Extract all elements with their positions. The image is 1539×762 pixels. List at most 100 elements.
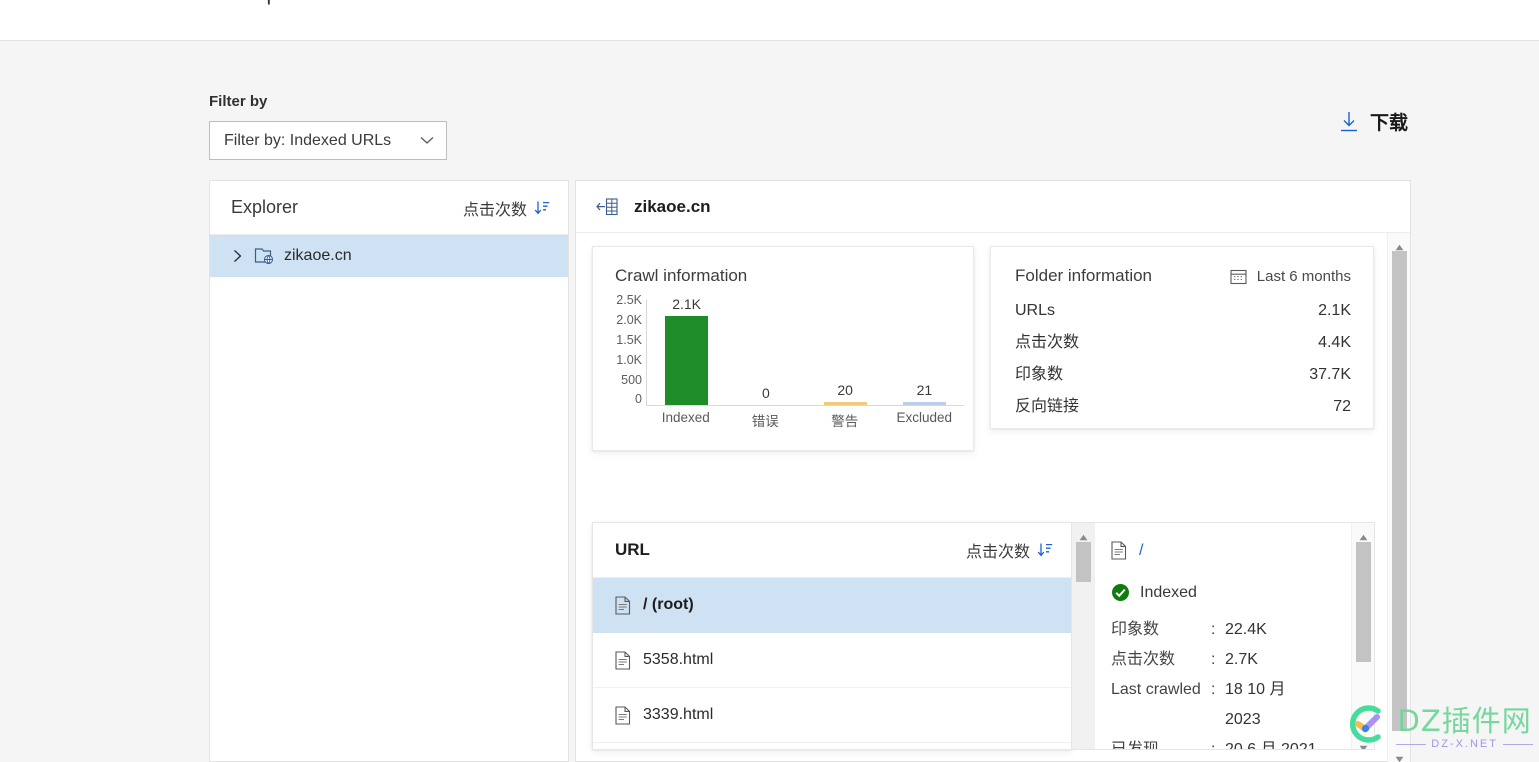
- file-detail-inner: / Indexed 印象数:22.4K 点击次数:2.7K Last crawl…: [1095, 523, 1374, 750]
- detail-scroll-down-button[interactable]: [1388, 745, 1411, 762]
- chart-bar-column: 2.1K: [647, 296, 726, 405]
- detail-scroll-up-button[interactable]: [1388, 233, 1411, 251]
- folder-info-value: 72: [1333, 398, 1351, 415]
- folder-info-row: URLs 2.1K: [1015, 298, 1351, 324]
- file-detail-row: 已发现:20 6 月 2021: [1111, 735, 1374, 750]
- url-list-item[interactable]: / (root): [593, 578, 1071, 633]
- sidebar-item-zikaoe-cn[interactable]: zikaoe.cn: [210, 235, 568, 277]
- x-tick: Excluded: [896, 410, 953, 425]
- file-detail-key: Last crawled: [1111, 681, 1201, 698]
- url-scroll-thumb[interactable]: [1076, 542, 1091, 582]
- folder-info-key: 印象数: [1015, 366, 1064, 383]
- triangle-down-icon: [1359, 739, 1368, 749]
- url-list-header: URL 点击次数: [593, 523, 1071, 578]
- file-detail-scrollbar[interactable]: [1351, 523, 1374, 749]
- triangle-down-icon: [1395, 750, 1404, 762]
- url-list-item[interactable]: 5358.html: [593, 633, 1071, 688]
- chart-bars: 2.1K 0 20 21: [647, 296, 964, 405]
- filter-by-dropdown[interactable]: Filter by: Indexed URLs: [209, 121, 447, 160]
- file-detail-row: 点击次数:2.7K: [1111, 645, 1374, 675]
- detail-title: zikaoe.cn: [634, 196, 711, 216]
- file-detail-header: /: [1111, 541, 1374, 560]
- file-detail-row: 印象数:22.4K: [1111, 615, 1374, 645]
- detail-panel-scrollbar[interactable]: [1387, 233, 1410, 762]
- file-detail-key: 已发现: [1111, 741, 1160, 750]
- folder-info-row: 反向链接 72: [1015, 388, 1351, 420]
- filter-by-label: Filter by: [209, 93, 268, 110]
- file-scroll-down-button[interactable]: [1352, 734, 1374, 749]
- file-scroll-thumb[interactable]: [1356, 542, 1371, 662]
- explorer-sort-label: 点击次数: [462, 201, 527, 219]
- site-node-icon: [596, 197, 618, 216]
- chart-bar-column: 21: [885, 300, 964, 405]
- file-detail-key: 点击次数: [1111, 651, 1176, 668]
- explorer-title: Explorer: [231, 197, 299, 217]
- chevron-right-icon[interactable]: [232, 249, 244, 263]
- filter-by-value: Filter by: Indexed URLs: [224, 131, 392, 149]
- site-explorer-page: Site Explorer Filter by Filter by: Index…: [0, 0, 1539, 762]
- url-sort-control[interactable]: 点击次数: [966, 538, 1053, 562]
- download-button[interactable]: 下载: [1340, 108, 1408, 135]
- y-tick: 0: [635, 392, 642, 407]
- chart-bar[interactable]: [665, 315, 709, 405]
- chart-bar[interactable]: [823, 402, 867, 405]
- triangle-up-icon: [1079, 528, 1088, 541]
- url-scroll-up-button[interactable]: [1072, 523, 1095, 541]
- url-list-item[interactable]: 1496.html: [593, 743, 1071, 749]
- sort-descending-icon: [1037, 542, 1053, 558]
- file-detail-value: 18 10 月: [1225, 681, 1286, 698]
- x-tick: Indexed: [661, 410, 710, 425]
- y-tick: 500: [621, 372, 642, 387]
- page-title: Site Explorer: [200, 0, 320, 6]
- url-list-rows: / (root) 5358.html 3339.html 1496.html: [593, 578, 1071, 749]
- download-icon: [1340, 111, 1358, 133]
- x-tick: 错误: [751, 414, 779, 429]
- url-list-item-label: / (root): [643, 596, 694, 613]
- file-path-link[interactable]: /: [1139, 542, 1143, 560]
- y-tick: 1.0K: [616, 352, 642, 367]
- detail-body: Crawl information 2.5K 2.0K 1.5K 1.0K 50…: [576, 233, 1410, 762]
- chart-bar-column: 20: [806, 300, 885, 405]
- x-tick: 警告: [831, 414, 859, 429]
- file-detail-separator: :: [1211, 681, 1216, 698]
- y-tick: 2.0K: [616, 312, 642, 327]
- chart-y-axis: 2.5K 2.0K 1.5K 1.0K 500 0: [600, 294, 642, 406]
- sidebar-item-label: zikaoe.cn: [284, 247, 352, 264]
- file-detail-separator: :: [1211, 741, 1216, 750]
- url-list-scrollbar[interactable]: [1072, 522, 1095, 750]
- folder-information-card: Folder information Last 6 months URLs 2.…: [990, 246, 1374, 429]
- date-range-selector[interactable]: Last 6 months: [1230, 268, 1351, 285]
- file-detail-value: 2023: [1225, 711, 1261, 728]
- folder-info-value: 2.1K: [1318, 302, 1351, 319]
- chart-bar-column: 0: [726, 300, 805, 405]
- y-tick: 1.5K: [616, 332, 642, 347]
- app-top-bar: Site Explorer: [0, 0, 1539, 41]
- detail-scroll-thumb[interactable]: [1392, 251, 1407, 731]
- file-scroll-up-button[interactable]: [1352, 523, 1374, 541]
- folder-info-key: URLs: [1015, 302, 1056, 319]
- file-detail-row: Last crawled:18 10 月: [1111, 675, 1374, 705]
- detail-header: zikaoe.cn: [576, 181, 1410, 233]
- document-icon: [615, 705, 631, 725]
- detail-panel: zikaoe.cn Crawl information 2.5K 2.0K 1.…: [575, 180, 1411, 762]
- file-detail-value: 2.7K: [1225, 651, 1258, 668]
- url-sort-label: 点击次数: [965, 544, 1030, 561]
- explorer-sort-control[interactable]: 点击次数: [463, 196, 550, 220]
- crawl-bar-chart: 2.5K 2.0K 1.5K 1.0K 500 0 2.1K 0 20 21 Inde…: [592, 294, 974, 444]
- file-detail-panel: / Indexed 印象数:22.4K 点击次数:2.7K Last crawl…: [1095, 522, 1375, 750]
- url-list-item[interactable]: 3339.html: [593, 688, 1071, 743]
- chart-bar[interactable]: [902, 402, 946, 405]
- folder-info-value: 4.4K: [1318, 334, 1351, 351]
- explorer-header: Explorer 点击次数: [210, 181, 568, 235]
- sort-descending-icon: [534, 200, 550, 216]
- file-detail-value: 20 6 月 2021: [1225, 741, 1317, 750]
- file-detail-row-continuation: 2023: [1111, 705, 1374, 735]
- file-detail-rows: 印象数:22.4K 点击次数:2.7K Last crawled:18 10 月 20…: [1111, 615, 1374, 750]
- summary-cards: Crawl information 2.5K 2.0K 1.5K 1.0K 50…: [592, 246, 1374, 451]
- check-circle-icon: [1111, 583, 1130, 602]
- file-detail-separator: :: [1211, 651, 1216, 668]
- crawl-information-card: Crawl information 2.5K 2.0K 1.5K 1.0K 50…: [592, 246, 974, 451]
- chart-bar-value: 20: [837, 382, 853, 398]
- file-detail-key: 印象数: [1111, 621, 1160, 638]
- folder-info-row: 印象数 37.7K: [1015, 356, 1351, 388]
